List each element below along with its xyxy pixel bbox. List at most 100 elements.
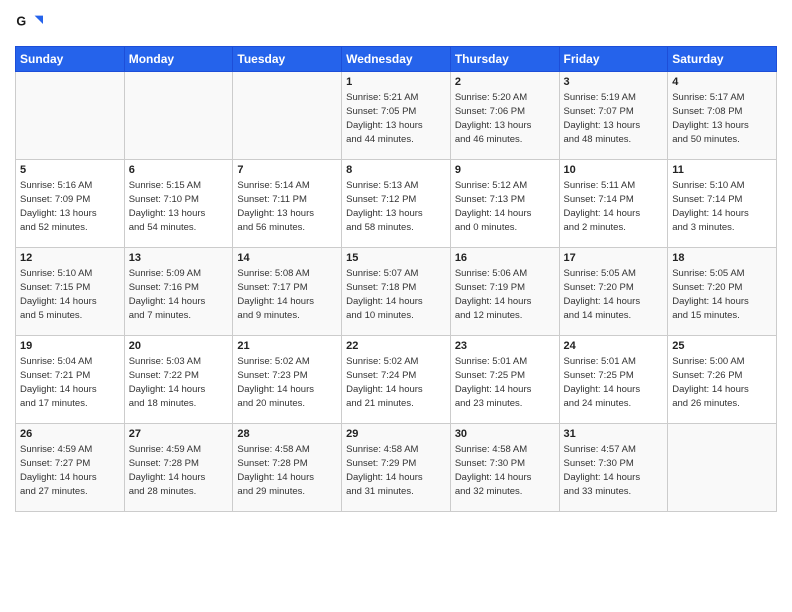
day-info: Sunrise: 5:16 AM Sunset: 7:09 PM Dayligh…: [20, 179, 120, 234]
weekday-header: Monday: [124, 47, 233, 72]
day-number: 20: [129, 339, 229, 354]
calendar-cell: 13Sunrise: 5:09 AM Sunset: 7:16 PM Dayli…: [124, 248, 233, 336]
day-number: 14: [237, 251, 337, 266]
weekday-header: Friday: [559, 47, 668, 72]
weekday-header: Tuesday: [233, 47, 342, 72]
calendar-cell: 23Sunrise: 5:01 AM Sunset: 7:25 PM Dayli…: [450, 336, 559, 424]
calendar-cell: [668, 424, 777, 512]
day-info: Sunrise: 5:10 AM Sunset: 7:15 PM Dayligh…: [20, 267, 120, 322]
calendar-cell: 14Sunrise: 5:08 AM Sunset: 7:17 PM Dayli…: [233, 248, 342, 336]
calendar-table: SundayMondayTuesdayWednesdayThursdayFrid…: [15, 46, 777, 512]
calendar-cell: 6Sunrise: 5:15 AM Sunset: 7:10 PM Daylig…: [124, 160, 233, 248]
day-number: 7: [237, 163, 337, 178]
day-number: 5: [20, 163, 120, 178]
day-info: Sunrise: 5:21 AM Sunset: 7:05 PM Dayligh…: [346, 91, 446, 146]
day-info: Sunrise: 4:58 AM Sunset: 7:28 PM Dayligh…: [237, 443, 337, 498]
day-info: Sunrise: 4:59 AM Sunset: 7:28 PM Dayligh…: [129, 443, 229, 498]
day-info: Sunrise: 5:20 AM Sunset: 7:06 PM Dayligh…: [455, 91, 555, 146]
day-number: 2: [455, 75, 555, 90]
calendar-cell: [233, 72, 342, 160]
weekday-header: Saturday: [668, 47, 777, 72]
day-number: 23: [455, 339, 555, 354]
day-info: Sunrise: 5:08 AM Sunset: 7:17 PM Dayligh…: [237, 267, 337, 322]
day-number: 19: [20, 339, 120, 354]
day-info: Sunrise: 5:17 AM Sunset: 7:08 PM Dayligh…: [672, 91, 772, 146]
day-info: Sunrise: 5:02 AM Sunset: 7:23 PM Dayligh…: [237, 355, 337, 410]
day-info: Sunrise: 5:02 AM Sunset: 7:24 PM Dayligh…: [346, 355, 446, 410]
calendar-cell: 3Sunrise: 5:19 AM Sunset: 7:07 PM Daylig…: [559, 72, 668, 160]
day-info: Sunrise: 5:05 AM Sunset: 7:20 PM Dayligh…: [564, 267, 664, 322]
day-number: 27: [129, 427, 229, 442]
day-number: 17: [564, 251, 664, 266]
day-info: Sunrise: 5:10 AM Sunset: 7:14 PM Dayligh…: [672, 179, 772, 234]
weekday-header: Wednesday: [342, 47, 451, 72]
calendar-cell: 15Sunrise: 5:07 AM Sunset: 7:18 PM Dayli…: [342, 248, 451, 336]
calendar-cell: [16, 72, 125, 160]
calendar-cell: 8Sunrise: 5:13 AM Sunset: 7:12 PM Daylig…: [342, 160, 451, 248]
day-info: Sunrise: 5:09 AM Sunset: 7:16 PM Dayligh…: [129, 267, 229, 322]
day-number: 28: [237, 427, 337, 442]
day-info: Sunrise: 5:12 AM Sunset: 7:13 PM Dayligh…: [455, 179, 555, 234]
calendar-week-row: 1Sunrise: 5:21 AM Sunset: 7:05 PM Daylig…: [16, 72, 777, 160]
calendar-header: SundayMondayTuesdayWednesdayThursdayFrid…: [16, 47, 777, 72]
day-info: Sunrise: 5:04 AM Sunset: 7:21 PM Dayligh…: [20, 355, 120, 410]
calendar-cell: 29Sunrise: 4:58 AM Sunset: 7:29 PM Dayli…: [342, 424, 451, 512]
calendar-week-row: 19Sunrise: 5:04 AM Sunset: 7:21 PM Dayli…: [16, 336, 777, 424]
day-number: 29: [346, 427, 446, 442]
calendar-page: G SundayMondayTuesdayWednesdayThursdayFr…: [0, 0, 792, 612]
day-info: Sunrise: 5:01 AM Sunset: 7:25 PM Dayligh…: [455, 355, 555, 410]
day-number: 25: [672, 339, 772, 354]
calendar-cell: 19Sunrise: 5:04 AM Sunset: 7:21 PM Dayli…: [16, 336, 125, 424]
calendar-cell: 2Sunrise: 5:20 AM Sunset: 7:06 PM Daylig…: [450, 72, 559, 160]
calendar-cell: 27Sunrise: 4:59 AM Sunset: 7:28 PM Dayli…: [124, 424, 233, 512]
calendar-cell: 20Sunrise: 5:03 AM Sunset: 7:22 PM Dayli…: [124, 336, 233, 424]
calendar-week-row: 12Sunrise: 5:10 AM Sunset: 7:15 PM Dayli…: [16, 248, 777, 336]
calendar-cell: 9Sunrise: 5:12 AM Sunset: 7:13 PM Daylig…: [450, 160, 559, 248]
day-info: Sunrise: 5:13 AM Sunset: 7:12 PM Dayligh…: [346, 179, 446, 234]
calendar-cell: 1Sunrise: 5:21 AM Sunset: 7:05 PM Daylig…: [342, 72, 451, 160]
calendar-cell: 4Sunrise: 5:17 AM Sunset: 7:08 PM Daylig…: [668, 72, 777, 160]
header-row: SundayMondayTuesdayWednesdayThursdayFrid…: [16, 47, 777, 72]
day-info: Sunrise: 4:58 AM Sunset: 7:29 PM Dayligh…: [346, 443, 446, 498]
calendar-cell: [124, 72, 233, 160]
day-number: 6: [129, 163, 229, 178]
day-info: Sunrise: 5:11 AM Sunset: 7:14 PM Dayligh…: [564, 179, 664, 234]
day-number: 30: [455, 427, 555, 442]
day-number: 21: [237, 339, 337, 354]
weekday-header: Sunday: [16, 47, 125, 72]
calendar-cell: 10Sunrise: 5:11 AM Sunset: 7:14 PM Dayli…: [559, 160, 668, 248]
calendar-cell: 7Sunrise: 5:14 AM Sunset: 7:11 PM Daylig…: [233, 160, 342, 248]
logo: G: [15, 10, 45, 38]
day-number: 8: [346, 163, 446, 178]
day-number: 26: [20, 427, 120, 442]
calendar-cell: 24Sunrise: 5:01 AM Sunset: 7:25 PM Dayli…: [559, 336, 668, 424]
day-number: 22: [346, 339, 446, 354]
calendar-cell: 22Sunrise: 5:02 AM Sunset: 7:24 PM Dayli…: [342, 336, 451, 424]
calendar-cell: 28Sunrise: 4:58 AM Sunset: 7:28 PM Dayli…: [233, 424, 342, 512]
day-info: Sunrise: 5:05 AM Sunset: 7:20 PM Dayligh…: [672, 267, 772, 322]
header: G: [15, 10, 777, 38]
day-info: Sunrise: 5:07 AM Sunset: 7:18 PM Dayligh…: [346, 267, 446, 322]
day-number: 15: [346, 251, 446, 266]
calendar-cell: 30Sunrise: 4:58 AM Sunset: 7:30 PM Dayli…: [450, 424, 559, 512]
day-number: 13: [129, 251, 229, 266]
day-number: 31: [564, 427, 664, 442]
calendar-cell: 25Sunrise: 5:00 AM Sunset: 7:26 PM Dayli…: [668, 336, 777, 424]
day-number: 3: [564, 75, 664, 90]
day-number: 12: [20, 251, 120, 266]
calendar-cell: 16Sunrise: 5:06 AM Sunset: 7:19 PM Dayli…: [450, 248, 559, 336]
weekday-header: Thursday: [450, 47, 559, 72]
day-number: 16: [455, 251, 555, 266]
day-number: 18: [672, 251, 772, 266]
day-info: Sunrise: 5:19 AM Sunset: 7:07 PM Dayligh…: [564, 91, 664, 146]
day-number: 9: [455, 163, 555, 178]
calendar-body: 1Sunrise: 5:21 AM Sunset: 7:05 PM Daylig…: [16, 72, 777, 512]
calendar-week-row: 26Sunrise: 4:59 AM Sunset: 7:27 PM Dayli…: [16, 424, 777, 512]
day-number: 4: [672, 75, 772, 90]
calendar-cell: 18Sunrise: 5:05 AM Sunset: 7:20 PM Dayli…: [668, 248, 777, 336]
calendar-cell: 17Sunrise: 5:05 AM Sunset: 7:20 PM Dayli…: [559, 248, 668, 336]
day-info: Sunrise: 4:59 AM Sunset: 7:27 PM Dayligh…: [20, 443, 120, 498]
calendar-cell: 26Sunrise: 4:59 AM Sunset: 7:27 PM Dayli…: [16, 424, 125, 512]
logo-icon: G: [15, 10, 43, 38]
svg-text:G: G: [16, 14, 26, 28]
